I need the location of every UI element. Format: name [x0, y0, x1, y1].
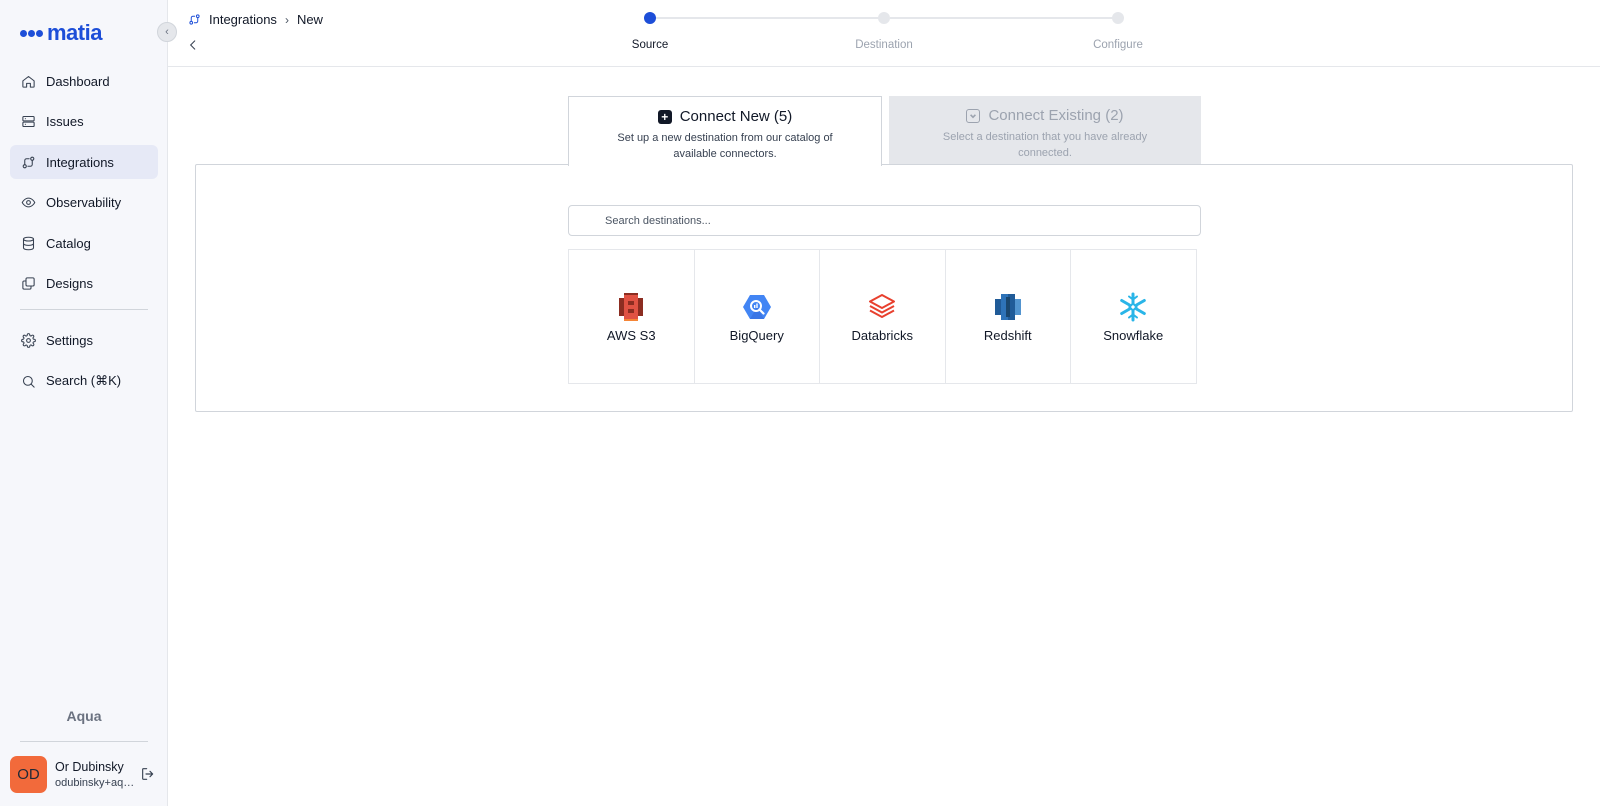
sidebar-item-label: Catalog	[46, 235, 91, 251]
snowflake-icon	[1120, 292, 1147, 322]
server-icon	[20, 114, 36, 130]
sidebar-item-label: Issues	[46, 114, 84, 129]
org-divider	[20, 741, 148, 742]
sidebar-item-observability[interactable]: Observability	[10, 186, 158, 220]
integrations-icon	[20, 154, 36, 170]
matia-logo[interactable]: matia	[20, 20, 102, 46]
sidebar-item-label: Settings	[46, 333, 93, 348]
destination-label: Redshift	[983, 328, 1032, 343]
destination-card-aws-s3[interactable]: AWS S3	[568, 249, 695, 384]
destination-label: BigQuery	[729, 328, 784, 343]
home-icon	[20, 73, 36, 89]
sidebar-item-catalog[interactable]: Catalog	[10, 226, 158, 260]
destination-card-bigquery[interactable]: BigQuery	[693, 249, 820, 384]
sidebar-item-label: Dashboard	[46, 73, 110, 89]
gear-icon	[20, 333, 36, 349]
sidebar-item-designs[interactable]: Designs	[10, 267, 158, 301]
header: Integrations › New	[168, 0, 1600, 67]
search-destinations	[568, 205, 1201, 236]
aws-s3-icon	[619, 293, 644, 321]
sidebar-item-search[interactable]: Search (⌘K)	[10, 364, 158, 398]
sidebar-item-label: Integrations	[46, 154, 114, 170]
search-icon	[20, 373, 36, 389]
search-input[interactable]	[569, 206, 1200, 235]
destination-card-databricks[interactable]: Databricks	[819, 249, 946, 384]
stepper-connector	[656, 17, 880, 19]
breadcrumb-integrations[interactable]: Integrations	[209, 12, 277, 27]
chevron-right-icon: ›	[284, 12, 289, 27]
step-source-dot	[644, 12, 656, 24]
org-name[interactable]: Aqua	[0, 708, 168, 724]
tab-connect-new-title: Connect New (5)	[679, 108, 793, 125]
step-destination-label: Destination	[855, 39, 913, 51]
destination-label: Snowflake	[1103, 328, 1164, 343]
chevron-down-square-icon	[966, 108, 981, 123]
eye-icon	[20, 195, 36, 211]
avatar: OD	[10, 756, 47, 793]
collapse-sidebar-button[interactable]: ‹	[157, 22, 177, 42]
sidebar-item-label: Search (⌘K)	[46, 373, 122, 388]
sidebar-nav: Dashboard Issues Integrations Observabil…	[10, 64, 158, 405]
sidebar: matia Dashboard Issues Integrations Obse…	[0, 0, 168, 806]
stepper-connector	[890, 17, 1114, 19]
chevron-left-icon	[189, 40, 196, 50]
sidebar-item-settings[interactable]: Settings	[10, 324, 158, 358]
sidebar-item-issues[interactable]: Issues	[10, 105, 158, 139]
destination-card-snowflake[interactable]: Snowflake	[1070, 249, 1197, 384]
step-configure-dot	[1112, 12, 1124, 24]
step-source-label: Source	[631, 39, 669, 51]
user-name: Or Dubinsky	[55, 760, 124, 774]
user-email: odubinsky+aqua@matia.io	[55, 777, 135, 789]
back-button[interactable]	[186, 38, 202, 54]
bigquery-icon	[742, 295, 771, 319]
plus-square-icon: +	[657, 109, 672, 124]
redshift-icon	[994, 294, 1021, 320]
sidebar-divider	[20, 308, 148, 310]
databricks-icon	[869, 294, 896, 318]
step-destination-dot	[878, 12, 890, 24]
logo-dots-icon	[20, 29, 43, 37]
destinations-grid: AWS S3 BigQuery Databricks Redshift Snow…	[568, 249, 1197, 384]
sidebar-item-integrations[interactable]: Integrations	[10, 145, 158, 179]
sidebar-item-label: Observability	[46, 195, 122, 210]
destination-card-redshift[interactable]: Redshift	[944, 249, 1071, 384]
sidebar-item-label: Designs	[46, 276, 93, 291]
logo-text: matia	[47, 20, 102, 45]
tab-connect-new-description: Set up a new destination from our catalo…	[617, 132, 833, 160]
tab-connect-new[interactable]: + Connect New (5) Set up a new destinati…	[568, 96, 882, 166]
breadcrumb-new: New	[296, 12, 323, 27]
layers-icon	[20, 276, 36, 292]
database-icon	[20, 235, 36, 251]
breadcrumb: Integrations › New	[188, 12, 323, 27]
chevron-left-icon: ‹	[165, 26, 169, 38]
logout-icon[interactable]	[140, 766, 156, 782]
destination-label: AWS S3	[606, 328, 656, 343]
sidebar-item-dashboard[interactable]: Dashboard	[10, 64, 158, 98]
destination-label: Databricks	[851, 328, 913, 343]
tab-connect-existing-description: Select a destination that you have alrea…	[942, 131, 1148, 159]
step-configure-label: Configure	[1093, 39, 1143, 51]
user-profile[interactable]: OD Or Dubinsky odubinsky+aqua@matia.io	[10, 756, 135, 793]
integrations-icon	[189, 14, 200, 25]
tab-connect-existing[interactable]: Connect Existing (2) Select a destinatio…	[889, 96, 1201, 165]
tab-connect-existing-title: Connect Existing (2)	[988, 107, 1124, 124]
